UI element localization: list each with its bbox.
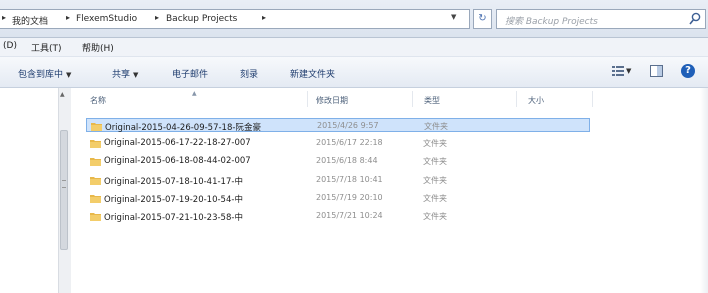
file-name: Original-2015-07-21-10-23-58-中 <box>104 213 243 223</box>
file-type: 文件夹 <box>423 194 447 203</box>
chevron-down-icon: ▼ <box>66 71 72 79</box>
navigation-pane[interactable] <box>0 88 59 293</box>
search-placeholder: 搜索 Backup Projects <box>505 17 598 27</box>
file-type: 文件夹 <box>423 212 447 221</box>
column-header-date[interactable]: 修改日期 <box>316 95 348 106</box>
file-row[interactable]: Original-2015-06-17-22-18-27-007 2015/6/… <box>86 136 590 150</box>
search-input[interactable]: 搜索 Backup Projects <box>496 9 706 29</box>
chevron-down-icon[interactable]: ▼ <box>626 67 631 75</box>
column-header-size[interactable]: 大小 <box>528 95 544 106</box>
search-icon[interactable] <box>689 12 701 29</box>
file-date: 2015/6/18 8:44 <box>316 156 378 165</box>
file-type: 文件夹 <box>423 139 447 148</box>
preview-pane-icon[interactable] <box>650 65 663 80</box>
chevron-right-icon[interactable]: ▸ <box>262 13 266 22</box>
file-date: 2015/4/26 9:57 <box>317 121 379 130</box>
view-options-icon[interactable] <box>612 65 624 79</box>
file-date: 2015/6/17 22:18 <box>316 138 383 147</box>
breadcrumb-my-documents[interactable]: 我的文档 <box>12 14 48 27</box>
file-name: Original-2015-07-19-20-10-54-中 <box>104 195 243 205</box>
share-label: 共享 <box>112 70 131 80</box>
file-row[interactable]: Original-2015-07-18-10-41-17-中 2015/7/18… <box>86 173 590 187</box>
file-date: 2015/7/19 20:10 <box>316 193 383 202</box>
column-divider[interactable] <box>592 91 593 107</box>
column-divider[interactable] <box>516 91 517 107</box>
refresh-icon[interactable]: ↻ <box>473 9 492 29</box>
folder-icon <box>90 211 101 224</box>
window-edge <box>700 88 708 293</box>
scroll-up-icon[interactable]: ▲ <box>60 91 65 98</box>
column-divider[interactable] <box>307 91 308 107</box>
file-name: Original-2015-04-26-09-57-18-阮金豪 <box>105 123 261 133</box>
chevron-right-icon[interactable]: ▸ <box>66 13 70 22</box>
file-date: 2015/7/21 10:24 <box>316 211 383 220</box>
share-button[interactable]: 共享 ▼ <box>112 67 138 80</box>
address-bar[interactable]: ▸ 我的文档 ▸ FlexemStudio ▸ Backup Projects … <box>0 9 470 29</box>
file-name: Original-2015-06-17-22-18-27-007 <box>104 138 251 148</box>
file-type: 文件夹 <box>424 122 448 131</box>
file-row[interactable]: Original-2015-06-18-08-44-02-007 2015/6/… <box>86 154 590 168</box>
menu-bar: (D) 工具(T) 帮助(H) <box>0 38 708 57</box>
burn-button[interactable]: 刻录 <box>240 67 258 80</box>
include-in-library-label: 包含到库中 <box>18 70 64 80</box>
breadcrumb-backup-projects[interactable]: Backup Projects <box>166 14 237 24</box>
chevron-right-icon[interactable]: ▸ <box>155 13 159 22</box>
email-button[interactable]: 电子邮件 <box>172 67 208 80</box>
column-divider[interactable] <box>412 91 413 107</box>
new-folder-button[interactable]: 新建文件夹 <box>290 67 335 80</box>
include-in-library-button[interactable]: 包含到库中 ▼ <box>18 67 71 80</box>
column-header-row: 名称 修改日期 类型 大小 <box>72 88 708 110</box>
file-row[interactable]: Original-2015-07-19-20-10-54-中 2015/7/19… <box>86 191 590 205</box>
chevron-right-icon[interactable]: ▸ <box>2 13 6 22</box>
file-name: Original-2015-07-18-10-41-17-中 <box>104 177 243 187</box>
menu-view[interactable]: (D) <box>3 41 17 51</box>
breadcrumb-flexemstudio[interactable]: FlexemStudio <box>76 14 137 24</box>
command-bar: 包含到库中 ▼ 共享 ▼ 电子邮件 刻录 新建文件夹 ▼ ? <box>0 57 708 88</box>
menu-tools[interactable]: 工具(T) <box>31 41 62 54</box>
file-name: Original-2015-06-18-08-44-02-007 <box>104 156 251 166</box>
folder-icon <box>90 193 101 206</box>
nav-scrollbar-thumb[interactable] <box>60 130 68 250</box>
file-row[interactable]: Original-2015-07-21-10-23-58-中 2015/7/21… <box>86 209 590 223</box>
folder-icon <box>90 138 101 151</box>
menu-help[interactable]: 帮助(H) <box>82 41 114 54</box>
scroll-grip-icon <box>62 180 66 188</box>
file-date: 2015/7/18 10:41 <box>316 175 383 184</box>
chevron-down-icon: ▼ <box>133 71 139 79</box>
chevron-down-icon[interactable]: ▼ <box>451 13 456 21</box>
folder-icon <box>91 121 102 134</box>
folder-icon <box>90 156 101 169</box>
file-type: 文件夹 <box>423 157 447 166</box>
file-type: 文件夹 <box>423 176 447 185</box>
column-header-type[interactable]: 类型 <box>424 95 440 106</box>
column-header-name[interactable]: 名称 <box>90 95 106 106</box>
file-row[interactable]: Original-2015-04-26-09-57-18-阮金豪 2015/4/… <box>86 118 590 134</box>
help-icon[interactable]: ? <box>681 64 695 78</box>
folder-icon <box>90 175 101 188</box>
